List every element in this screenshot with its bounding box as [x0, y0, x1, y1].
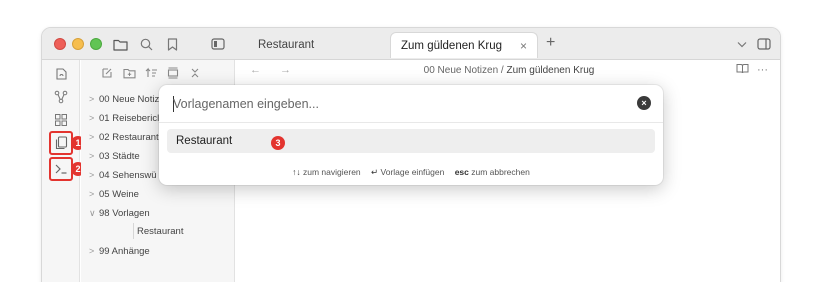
new-note-icon[interactable]	[99, 65, 115, 81]
right-sidebar-icon[interactable]	[754, 34, 774, 54]
collapse-icon[interactable]	[165, 65, 181, 81]
tab-label: Zum güldenen Krug	[401, 39, 503, 52]
sort-icon[interactable]	[143, 65, 159, 81]
templates-icon[interactable]	[51, 133, 71, 153]
modal-divider	[159, 122, 663, 123]
chevron-right-icon: >	[89, 113, 95, 123]
chevron-right-icon: >	[89, 246, 95, 256]
tree-folder-01[interactable]: >01 Reisebericl	[89, 111, 159, 125]
tree-item-label: 04 Sehenswü	[99, 170, 157, 181]
screenshot-stage: Restaurant Zum güldenen Krug × + 1 2 > 0…	[0, 0, 820, 282]
modal-instructions: ↑↓ zum navigieren ↵ Vorlage einfügen esc…	[159, 167, 663, 178]
chevron-right-icon: >	[89, 132, 95, 142]
chevron-right-icon: >	[89, 189, 95, 199]
instruction-insert: ↵ Vorlage einfügen	[371, 167, 444, 177]
tree-item-label: 98 Vorlagen	[99, 208, 150, 219]
tree-folder-98[interactable]: ∨ 98 Vorlagen	[89, 206, 150, 220]
more-options-icon[interactable]: ···	[757, 64, 768, 76]
close-window-button[interactable]	[54, 38, 66, 50]
clear-input-icon[interactable]: ×	[637, 96, 651, 110]
zoom-window-button[interactable]	[90, 38, 102, 50]
chevron-down-icon[interactable]	[732, 34, 752, 54]
tree-folder-05[interactable]: >05 Weine	[89, 187, 139, 201]
tree-folder-04[interactable]: >04 Sehenswü	[89, 168, 157, 182]
graph-icon[interactable]	[51, 87, 71, 107]
tree-folder-00[interactable]: >00 Neue Notiz	[89, 92, 159, 106]
tab-zum-gueldenen-krug[interactable]: Zum güldenen Krug ×	[390, 32, 538, 58]
tree-item-label: Restaurant	[137, 226, 184, 237]
tree-item-label: 99 Anhänge	[99, 246, 150, 257]
suggestion-label: Restaurant	[176, 135, 233, 147]
search-icon[interactable]	[136, 34, 156, 54]
template-search-input[interactable]	[173, 95, 613, 113]
open-quick-switcher-icon[interactable]	[51, 64, 71, 84]
instruction-text: zum abbrechen	[468, 167, 530, 177]
tree-item-label: 02 Restaurant	[99, 132, 159, 143]
view-actions: ···	[736, 63, 768, 77]
step-badge-3: 3	[271, 136, 285, 150]
instruction-navigate: ↑↓ zum navigieren	[292, 167, 361, 177]
tree-file-restaurant[interactable]: Restaurant	[137, 225, 183, 239]
new-folder-icon[interactable]	[121, 65, 137, 81]
tree-folder-03[interactable]: >03 Städte	[89, 149, 140, 163]
chevron-down-icon: ∨	[89, 208, 96, 218]
reading-view-icon[interactable]	[736, 63, 749, 77]
chevron-right-icon: >	[89, 151, 95, 161]
tree-indent-guide	[133, 223, 134, 239]
sidebar-toggle-icon[interactable]	[208, 34, 228, 54]
tree-item-label: 03 Städte	[99, 151, 140, 162]
key-hint: ↑↓	[292, 167, 301, 177]
chevron-right-icon: >	[89, 170, 95, 180]
close-all-icon[interactable]	[187, 65, 203, 81]
tree-folder-02[interactable]: >02 Restaurant	[89, 130, 159, 144]
instruction-text: zum navigieren	[300, 167, 361, 177]
tab-restaurant[interactable]: Restaurant	[250, 32, 390, 58]
title-bar: Restaurant Zum güldenen Krug × +	[42, 28, 780, 60]
command-palette-icon[interactable]	[51, 159, 71, 179]
suggestion-item-restaurant[interactable]: Restaurant	[167, 129, 655, 153]
template-picker-modal: × Restaurant 3 ↑↓ zum navigieren ↵ Vorla…	[159, 85, 663, 185]
chevron-right-icon: >	[89, 94, 95, 104]
tree-item-label: 05 Weine	[99, 189, 139, 200]
explorer-toolbar	[99, 62, 203, 84]
tree-item-label: 01 Reisebericl	[99, 113, 160, 124]
breadcrumb-folder[interactable]: 00 Neue Notizen	[424, 65, 499, 76]
instruction-text: Vorlage einfügen	[378, 167, 445, 177]
bookmark-icon[interactable]	[162, 34, 182, 54]
close-tab-icon[interactable]: ×	[520, 39, 527, 53]
breadcrumb: 00 Neue Notizen / Zum güldenen Krug	[236, 65, 780, 76]
tree-item-label: 00 Neue Notiz	[99, 94, 160, 105]
breadcrumb-file[interactable]: Zum güldenen Krug	[507, 65, 595, 76]
instruction-cancel: esc zum abbrechen	[455, 167, 530, 177]
minimize-window-button[interactable]	[72, 38, 84, 50]
folder-icon[interactable]	[110, 34, 130, 54]
new-tab-button[interactable]: +	[546, 34, 555, 52]
breadcrumb-separator: /	[498, 65, 507, 76]
tree-folder-99[interactable]: >99 Anhänge	[89, 244, 150, 258]
canvas-icon[interactable]	[51, 110, 71, 130]
key-hint: esc	[454, 167, 469, 177]
tab-label: Restaurant	[258, 39, 315, 51]
left-ribbon: 1 2	[42, 60, 85, 282]
